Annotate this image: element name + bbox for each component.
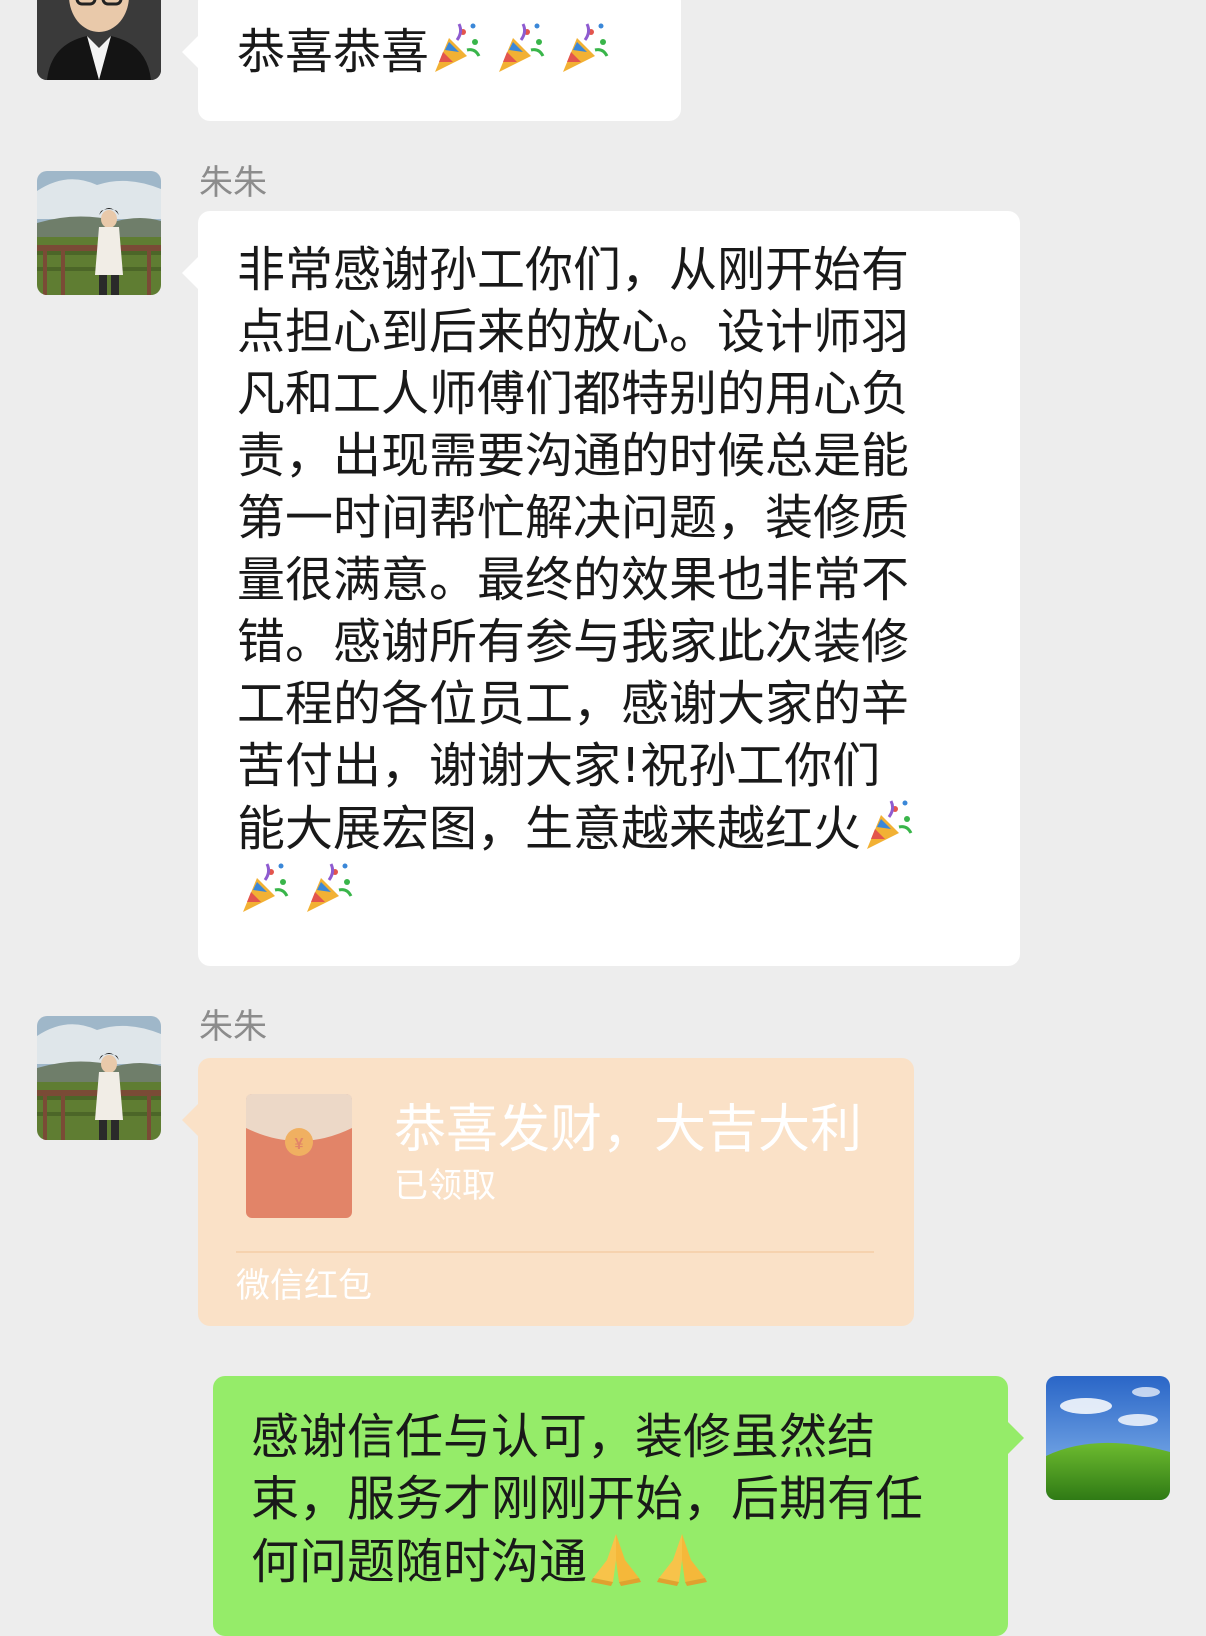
party-popper-icon: [237, 860, 293, 916]
red-packet-card[interactable]: ¥ 恭喜发财，大吉大利 已领取 微信红包: [182, 1058, 914, 1326]
green-hill-landscape-avatar[interactable]: [1046, 1376, 1170, 1500]
message-bubble-reply[interactable]: 感谢信任与认可，装修虽然结 束，服务才刚刚开始，后期有任 何问题随时沟通: [213, 1376, 1024, 1636]
message-bubble-thanks[interactable]: 非常感谢孙工你们，从刚开始有 点担心到后来的放心。设计师羽 凡和工人师傅们都特别…: [182, 211, 1020, 966]
message-text: 恭喜恭喜: [237, 24, 430, 80]
party-popper-icon: [301, 860, 357, 916]
red-packet-status: 已领取: [394, 1166, 496, 1206]
red-packet-title: 恭喜发财，大吉大利: [394, 1100, 863, 1160]
sender-name: 朱朱: [199, 163, 267, 203]
party-popper-icon: [861, 797, 917, 853]
folded-hands-icon: [653, 1530, 711, 1586]
party-popper-icon: [429, 20, 485, 76]
message-text: 非常感谢孙工你们，从刚开始有 点担心到后来的放心。设计师羽 凡和工人师傅们都特别…: [237, 242, 910, 857]
woman-in-field-avatar[interactable]: [37, 1016, 161, 1140]
red-packet-footer: 微信红包: [236, 1266, 372, 1306]
party-popper-icon: [557, 20, 613, 76]
divider: [236, 1251, 874, 1253]
sender-name: 朱朱: [199, 1007, 267, 1047]
man-in-suit-avatar[interactable]: [37, 0, 161, 80]
folded-hands-icon: [587, 1530, 645, 1586]
party-popper-icon: [493, 20, 549, 76]
red-envelope-icon: ¥: [246, 1094, 352, 1218]
svg-text:¥: ¥: [295, 1136, 304, 1153]
message-bubble-congrats[interactable]: 恭喜恭喜: [182, 0, 681, 121]
woman-in-field-avatar[interactable]: [37, 171, 161, 295]
